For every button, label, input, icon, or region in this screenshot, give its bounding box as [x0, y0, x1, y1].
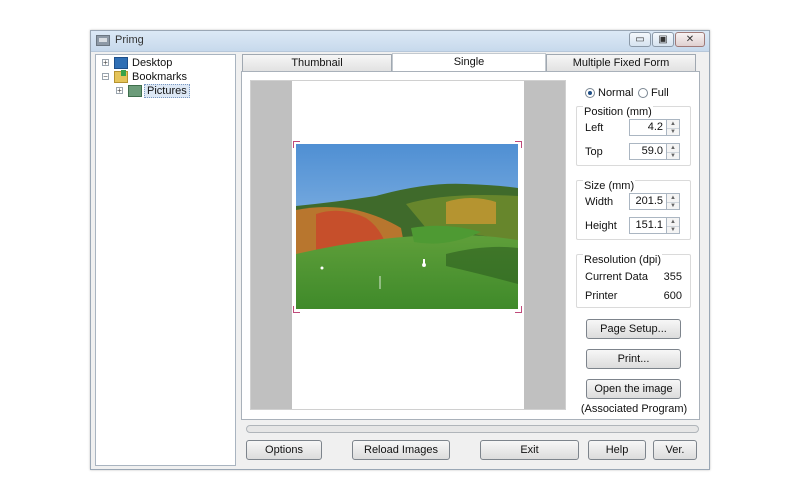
printer-label: Printer: [585, 290, 618, 302]
close-icon: ✕: [685, 34, 695, 45]
spin-down-icon[interactable]: ▼: [667, 128, 679, 136]
spin-down-icon[interactable]: ▼: [667, 226, 679, 234]
size-group-title: Size (mm): [583, 180, 636, 192]
width-input[interactable]: 201.5: [629, 193, 667, 210]
collapse-icon[interactable]: −: [102, 73, 109, 81]
minimize-button[interactable]: ▭: [629, 32, 651, 47]
width-spinner[interactable]: ▲ ▼: [667, 193, 680, 210]
left-spinner[interactable]: ▲ ▼: [667, 119, 680, 136]
app-icon: [96, 35, 110, 46]
tree-item-label: Bookmarks: [132, 71, 188, 83]
width-label: Width: [585, 196, 614, 208]
left-margin: [251, 81, 292, 409]
options-button[interactable]: Options: [246, 440, 322, 460]
bookmarks-icon: [114, 70, 128, 83]
open-image-button[interactable]: Open the image: [586, 379, 681, 399]
expand-icon[interactable]: +: [102, 59, 109, 67]
version-button[interactable]: Ver.: [653, 440, 697, 460]
spin-down-icon[interactable]: ▼: [667, 202, 679, 210]
window-title: Primg: [115, 34, 144, 46]
maximize-button[interactable]: ▣: [652, 32, 674, 47]
spin-down-icon[interactable]: ▼: [667, 152, 679, 160]
size-group: Size (mm) Width 201.5 ▲ ▼ Height 151.1 ▲ ▼: [576, 180, 691, 240]
minimize-icon: ▭: [635, 34, 645, 45]
height-spinner[interactable]: ▲ ▼: [667, 217, 680, 234]
close-button[interactable]: ✕: [675, 32, 705, 47]
crop-mark-icon: [293, 306, 300, 313]
tree-item-label: Pictures: [144, 84, 190, 98]
top-spinner[interactable]: ▲ ▼: [667, 143, 680, 160]
resolution-group-title: Resolution (dpi): [583, 254, 663, 266]
crop-mark-icon: [515, 141, 522, 148]
folder-tree[interactable]: + Desktop − Bookmarks + Pictures: [95, 54, 236, 466]
position-group: Position (mm) Left 4.2 ▲ ▼ Top 59.0 ▲ ▼: [576, 106, 691, 166]
tab-thumbnail[interactable]: Thumbnail: [242, 54, 392, 71]
desktop-icon: [114, 57, 128, 69]
radio-selected-icon[interactable]: [585, 88, 595, 98]
height-input[interactable]: 151.1: [629, 217, 667, 234]
page-setup-button[interactable]: Page Setup...: [586, 319, 681, 339]
pictures-icon: [128, 85, 142, 97]
golf-course-photo: [296, 144, 518, 309]
current-data-value: 355: [663, 271, 682, 283]
height-label: Height: [585, 220, 617, 232]
app-window: Primg ▭ ▣ ✕ + Desktop − Bookmarks + Pict…: [90, 30, 710, 470]
print-preview: [250, 80, 566, 410]
single-tab-panel: Normal Full Position (mm) Left 4.2 ▲ ▼ To…: [241, 71, 700, 420]
left-label: Left: [585, 122, 604, 134]
resolution-group: Resolution (dpi) Current Data 355 Printe…: [576, 254, 691, 308]
exit-button[interactable]: Exit: [480, 440, 579, 460]
radio-normal-label: Normal: [598, 87, 634, 99]
tab-multiple-fixed-form[interactable]: Multiple Fixed Form: [546, 54, 696, 71]
position-group-title: Position (mm): [583, 106, 653, 118]
tab-single[interactable]: Single: [392, 53, 546, 72]
top-input[interactable]: 59.0: [629, 143, 667, 160]
help-button[interactable]: Help: [588, 440, 646, 460]
right-margin: [524, 81, 565, 409]
print-button[interactable]: Print...: [586, 349, 681, 369]
title-bar[interactable]: Primg ▭ ▣ ✕: [91, 31, 709, 52]
reload-images-button[interactable]: Reload Images: [352, 440, 450, 460]
associated-program-caption: (Associated Program): [580, 403, 688, 415]
crop-mark-icon: [515, 306, 522, 313]
crop-mark-icon: [293, 141, 300, 148]
horizontal-scrollbar[interactable]: [246, 425, 699, 433]
preview-image[interactable]: [296, 144, 518, 309]
radio-unselected-icon[interactable]: [638, 88, 648, 98]
expand-icon[interactable]: +: [116, 87, 123, 95]
left-input[interactable]: 4.2: [629, 119, 667, 136]
current-data-label: Current Data: [585, 271, 648, 283]
tree-item-label: Desktop: [132, 57, 173, 69]
top-label: Top: [585, 146, 603, 158]
radio-full-label: Full: [651, 87, 669, 99]
printer-value: 600: [663, 290, 682, 302]
maximize-icon: ▣: [658, 34, 668, 45]
view-tabs: Thumbnail Single Multiple Fixed Form: [241, 53, 697, 72]
